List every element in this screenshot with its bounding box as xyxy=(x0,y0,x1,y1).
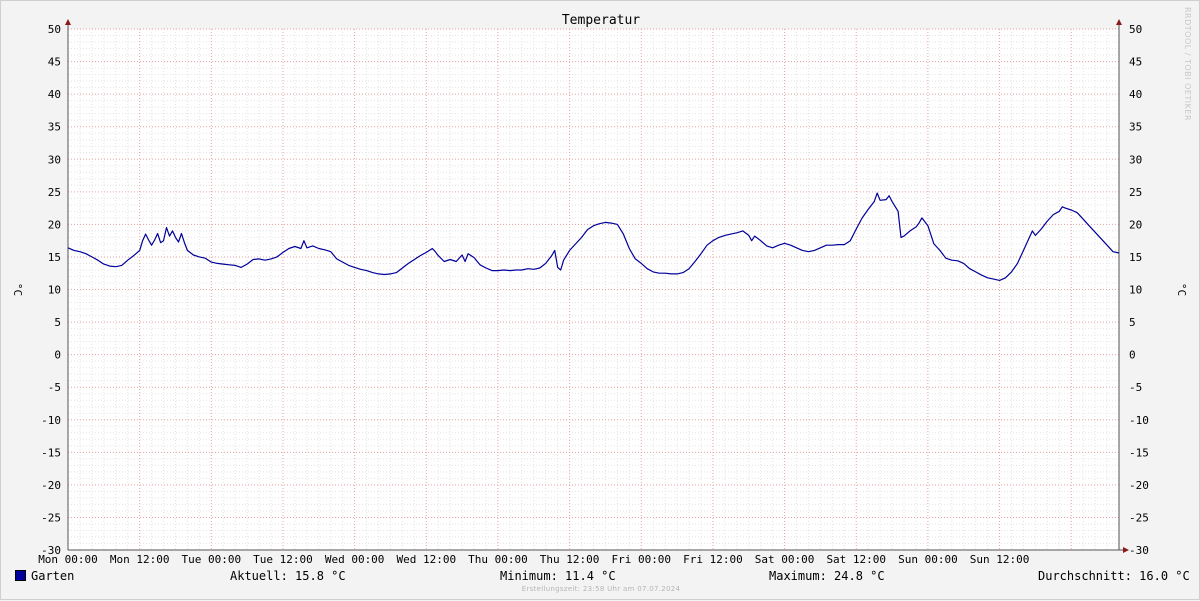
x-tick-label: Fri 12:00 xyxy=(683,553,743,566)
y-tick-label-right: 15 xyxy=(1129,251,1142,264)
x-tick-label: Sun 00:00 xyxy=(898,553,958,566)
rrdtool-watermark: RRDTOOL / TOBI OETIKER xyxy=(1183,7,1192,122)
y-tick-label-right: -5 xyxy=(1129,381,1142,394)
y-tick-label-left: 25 xyxy=(48,186,61,199)
legend-swatch-garten xyxy=(15,570,26,581)
x-tick-label: Sun 12:00 xyxy=(970,553,1030,566)
x-tick-label: Tue 00:00 xyxy=(182,553,242,566)
y-tick-label-right: 35 xyxy=(1129,121,1142,134)
y-axis-right-arrow xyxy=(1116,19,1122,25)
y-tick-label-left: 35 xyxy=(48,121,61,134)
legend-maximum: Maximum: 24.8 °C xyxy=(769,569,885,583)
legend-aktuell: Aktuell: 15.8 °C xyxy=(230,569,346,583)
y-tick-label-right: 50 xyxy=(1129,23,1142,36)
x-tick-label: Thu 00:00 xyxy=(468,553,528,566)
x-tick-label: Mon 00:00 xyxy=(38,553,98,566)
legend-series-name: Garten xyxy=(31,569,75,583)
y-tick-label-left: 50 xyxy=(48,23,61,36)
y-tick-label-right: -25 xyxy=(1129,511,1149,524)
footer-timestamp: Erstellungszeit: 23:58 Uhr am 07.07.2024 xyxy=(521,585,681,593)
y-tick-label-right: 20 xyxy=(1129,218,1142,231)
x-tick-label: Sat 00:00 xyxy=(755,553,815,566)
x-tick-label: Wed 00:00 xyxy=(325,553,385,566)
x-tick-label: Wed 12:00 xyxy=(396,553,456,566)
y-tick-label-left: 10 xyxy=(48,284,61,297)
temperature-chart: 50 5045 4540 4035 3530 3025 2520 2015 1510 105 50 0… xyxy=(11,13,1188,566)
y-tick-label-right: -15 xyxy=(1129,446,1149,459)
y-axis-label-left: °C xyxy=(11,283,24,296)
legend-minimum: Minimum: 11.4 °C xyxy=(500,569,616,583)
y-tick-label-left: 20 xyxy=(48,218,61,231)
y-tick-label-right: 25 xyxy=(1129,186,1142,199)
y-tick-label-left: 40 xyxy=(48,88,61,101)
y-tick-label-left: 0 xyxy=(54,349,61,362)
y-tick-label-left: 30 xyxy=(48,153,61,166)
y-tick-label-right: 45 xyxy=(1129,56,1142,69)
y-tick-label-left: -5 xyxy=(48,381,61,394)
y-tick-label-right: -10 xyxy=(1129,414,1149,427)
y-tick-label-right: 5 xyxy=(1129,316,1136,329)
legend-durchschnitt: Durchschnitt: 16.0 °C xyxy=(1038,569,1190,583)
x-tick-label: Sat 12:00 xyxy=(826,553,886,566)
x-tick-label: Mon 12:00 xyxy=(110,553,170,566)
y-tick-label-right: -20 xyxy=(1129,479,1149,492)
x-tick-label: Thu 12:00 xyxy=(540,553,600,566)
y-tick-label-right: 30 xyxy=(1129,153,1142,166)
x-tick-label: Fri 00:00 xyxy=(611,553,671,566)
y-tick-label-right: 40 xyxy=(1129,88,1142,101)
y-tick-label-left: -20 xyxy=(41,479,61,492)
y-tick-label-left: -15 xyxy=(41,446,61,459)
y-tick-label-right: 0 xyxy=(1129,349,1136,362)
x-tick-label: Tue 12:00 xyxy=(253,553,313,566)
y-tick-label-right: -30 xyxy=(1129,544,1149,557)
y-axis-label-right: °C xyxy=(1175,283,1188,296)
y-tick-label-left: 15 xyxy=(48,251,61,264)
y-tick-label-left: -25 xyxy=(41,511,61,524)
y-tick-label-left: -10 xyxy=(41,414,61,427)
y-tick-label-right: 10 xyxy=(1129,284,1142,297)
y-tick-label-left: 5 xyxy=(54,316,61,329)
chart-frame: 50 50 45 45 40 40 35 35 30 30 25 25 20 20 15 15 10 10 5 5 0 0… xyxy=(0,0,1200,600)
chart-title: Temperatur xyxy=(562,13,640,28)
y-axis-left-arrow xyxy=(65,19,71,25)
y-tick-label-left: 45 xyxy=(48,56,61,69)
